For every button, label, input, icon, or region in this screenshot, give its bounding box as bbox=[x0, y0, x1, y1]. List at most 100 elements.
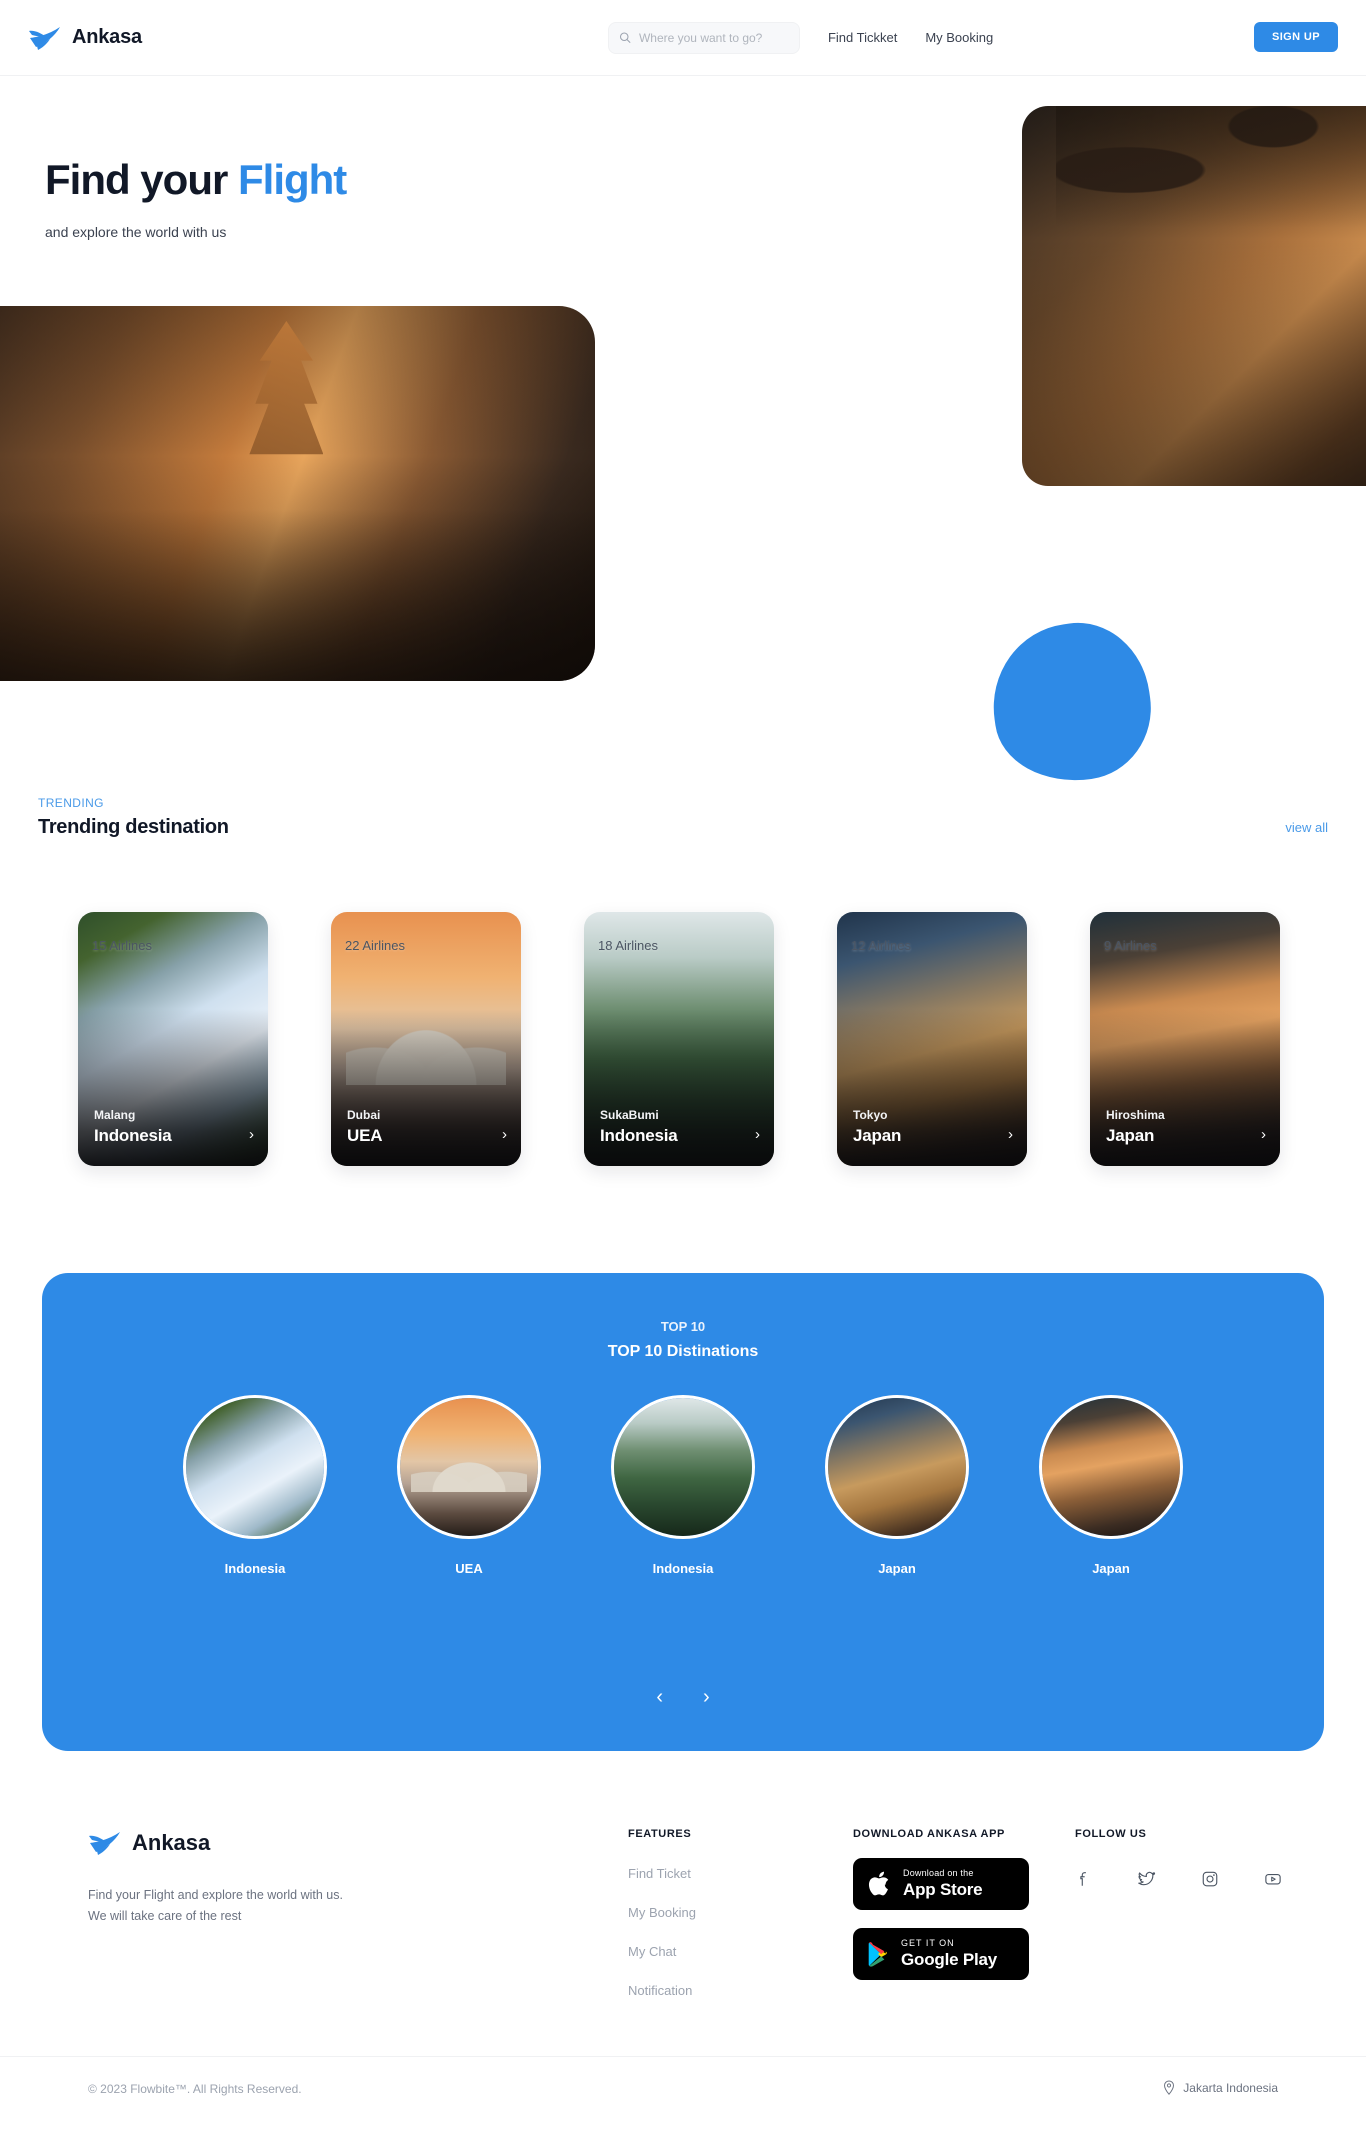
top10-eyebrow: TOP 10 bbox=[660, 1319, 706, 1334]
top10-photo-fill bbox=[1042, 1398, 1180, 1536]
top10-photo bbox=[825, 1395, 969, 1539]
top10-label: Japan bbox=[878, 1561, 916, 1576]
brand-name: Ankasa bbox=[72, 26, 142, 48]
airlines-count: 12 Airlines bbox=[851, 938, 911, 953]
chevron-right-icon[interactable]: › bbox=[703, 1687, 710, 1707]
chevron-right-icon[interactable]: › bbox=[249, 1127, 254, 1142]
hero-title-lead: Find your bbox=[45, 156, 238, 203]
footer-feature-item[interactable]: My Chat bbox=[628, 1944, 696, 1959]
destination-card[interactable]: 9 Airlines Hiroshima Japan › bbox=[1090, 912, 1280, 1166]
hero-section: Find your Flight and explore the world w… bbox=[0, 76, 1366, 792]
footer-brand-name: Ankasa bbox=[132, 1830, 211, 1855]
sign-up-button[interactable]: SIGN UP bbox=[1253, 22, 1338, 52]
destination-country: Indonesia bbox=[94, 1126, 172, 1145]
top10-title: TOP 10 Distinations bbox=[607, 1343, 759, 1360]
top10-photo bbox=[611, 1395, 755, 1539]
top10-item[interactable]: Indonesia bbox=[611, 1395, 755, 1576]
destination-card[interactable]: 15 Airlines Malang Indonesia › bbox=[78, 912, 268, 1166]
top10-photo bbox=[397, 1395, 541, 1539]
decorative-blob bbox=[982, 613, 1161, 792]
footer-download-column: DOWNLOAD ANKASA APP Download on the App … bbox=[853, 1828, 1029, 1980]
footer-feature-item[interactable]: Notification bbox=[628, 1983, 696, 1998]
app-store-big: App Store bbox=[903, 1879, 983, 1899]
destination-country: Indonesia bbox=[600, 1126, 678, 1145]
hero-title-accent: Flight bbox=[238, 156, 347, 203]
google-play-small: GET IT ON bbox=[901, 1938, 955, 1949]
view-all-link[interactable]: view all bbox=[1285, 820, 1328, 835]
airlines-count: 18 Airlines bbox=[598, 938, 658, 953]
destination-country: UEA bbox=[347, 1126, 383, 1145]
paper-plane-logo-icon bbox=[89, 1832, 120, 1855]
trending-card-row: 15 Airlines Malang Indonesia › 22 Airlines Du… bbox=[0, 912, 1366, 1166]
apple-icon bbox=[868, 1871, 889, 1896]
airlines-count: 9 Airlines bbox=[1104, 938, 1157, 953]
social-icon-row bbox=[1075, 1870, 1283, 1888]
nav-my-booking[interactable]: My Booking bbox=[925, 30, 993, 45]
destination-card[interactable]: 12 Airlines Tokyo Japan › bbox=[837, 912, 1027, 1166]
top10-item[interactable]: Japan bbox=[1039, 1395, 1183, 1576]
youtube-icon[interactable] bbox=[1263, 1870, 1283, 1888]
destination-city: Tokyo bbox=[853, 1108, 888, 1122]
paper-plane-logo-icon bbox=[29, 26, 60, 50]
top10-item[interactable]: Indonesia bbox=[183, 1395, 327, 1576]
footer-features-list: Find Ticket My Booking My Chat Notification bbox=[628, 1866, 696, 1998]
trending-title: Trending destination bbox=[38, 816, 229, 838]
footer-brand[interactable]: Ankasa bbox=[88, 1829, 210, 1857]
top10-photo bbox=[183, 1395, 327, 1539]
destination-card[interactable]: 18 Airlines SukaBumi Indonesia › bbox=[584, 912, 774, 1166]
chevron-right-icon[interactable]: › bbox=[755, 1127, 760, 1142]
footer-feature-item[interactable]: Find Ticket bbox=[628, 1866, 696, 1881]
destination-country: Japan bbox=[1106, 1126, 1155, 1145]
destination-city: SukaBumi bbox=[600, 1108, 659, 1122]
search-box[interactable] bbox=[607, 21, 800, 54]
trending-eyebrow: TRENDING bbox=[38, 796, 104, 810]
instagram-icon[interactable] bbox=[1201, 1870, 1219, 1888]
top10-label: UEA bbox=[455, 1561, 483, 1576]
footer-divider bbox=[0, 2056, 1366, 2057]
top10-photo-fill bbox=[400, 1398, 538, 1536]
carousel-nav: ‹ › bbox=[42, 1687, 1324, 1707]
footer-features-heading: FEATURES bbox=[628, 1828, 692, 1840]
search-icon bbox=[619, 32, 631, 43]
airlines-count: 15 Airlines bbox=[92, 938, 152, 953]
header-center: Find Tickket My Booking bbox=[607, 21, 993, 54]
twitter-icon[interactable] bbox=[1137, 1870, 1157, 1888]
destination-city: Malang bbox=[94, 1108, 136, 1122]
app-store-badge[interactable]: Download on the App Store bbox=[853, 1858, 1029, 1910]
app-store-small: Download on the bbox=[903, 1868, 974, 1879]
google-play-big: Google Play bbox=[901, 1949, 998, 1969]
facebook-icon[interactable] bbox=[1075, 1870, 1093, 1888]
google-play-icon bbox=[868, 1941, 887, 1967]
footer-description: Find your Flight and explore the world w… bbox=[88, 1888, 343, 1923]
footer-follow-column: FOLLOW US bbox=[1075, 1828, 1283, 1888]
brand-logo[interactable]: Ankasa bbox=[28, 24, 142, 52]
destination-city: Dubai bbox=[347, 1108, 381, 1122]
footer-download-heading: DOWNLOAD ANKASA APP bbox=[853, 1828, 1005, 1840]
nav-find-ticket[interactable]: Find Tickket bbox=[828, 30, 897, 45]
copyright-text: © 2023 Flowbite™. All Rights Reserved. bbox=[88, 2082, 302, 2096]
google-play-badge[interactable]: GET IT ON Google Play bbox=[853, 1928, 1029, 1980]
page-title: Find your Flight bbox=[45, 156, 347, 204]
top10-panel: TOP 10 TOP 10 Distinations Indonesia UEA I… bbox=[42, 1273, 1324, 1751]
footer-feature-item[interactable]: My Booking bbox=[628, 1905, 696, 1920]
top10-photo bbox=[1039, 1395, 1183, 1539]
top10-item[interactable]: UEA bbox=[397, 1395, 541, 1576]
hero-image-left bbox=[0, 306, 595, 681]
footer-location-label: Jakarta Indonesia bbox=[1183, 2081, 1278, 2095]
chevron-right-icon[interactable]: › bbox=[1008, 1127, 1013, 1142]
map-pin-icon bbox=[1164, 2080, 1175, 2095]
chevron-right-icon[interactable]: › bbox=[502, 1127, 507, 1142]
chevron-left-icon[interactable]: ‹ bbox=[656, 1687, 663, 1707]
top10-photo-fill bbox=[186, 1398, 324, 1536]
destination-country: Japan bbox=[853, 1126, 902, 1145]
chevron-right-icon[interactable]: › bbox=[1261, 1127, 1266, 1142]
top10-item[interactable]: Japan bbox=[825, 1395, 969, 1576]
top10-circle-row: Indonesia UEA Indonesia Japan Japan bbox=[42, 1395, 1324, 1576]
hero-image-right bbox=[1022, 106, 1366, 486]
top10-photo-fill bbox=[828, 1398, 966, 1536]
destination-city: Hiroshima bbox=[1106, 1108, 1165, 1122]
hero-subtitle: and explore the world with us bbox=[45, 224, 227, 240]
destination-card[interactable]: 22 Airlines Dubai UEA › bbox=[331, 912, 521, 1166]
search-input[interactable] bbox=[638, 30, 789, 45]
app-store-text: Download on the App Store bbox=[903, 1868, 983, 1899]
